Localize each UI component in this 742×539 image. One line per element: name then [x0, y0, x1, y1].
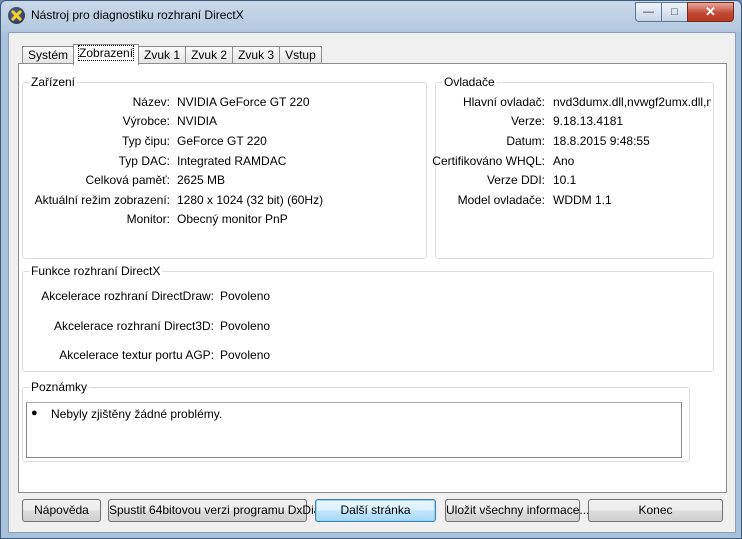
- driver-model-value: WDDM 1.1: [553, 193, 612, 207]
- direct3d-value: Povoleno: [220, 319, 271, 333]
- close-icon: ✕: [705, 4, 716, 19]
- device-dac-type-label: Typ DAC:: [118, 154, 170, 168]
- client-area: Systém Zobrazení Zvuk 1 Zvuk 2 Zvuk 3 Vs…: [8, 32, 736, 533]
- note-item: Nebyly zjištěny žádné problémy.: [51, 407, 223, 421]
- minimize-icon: —: [643, 6, 654, 18]
- device-total-memory-label: Celková paměť:: [85, 173, 170, 187]
- whql-label: Certifikováno WHQL:: [432, 154, 545, 168]
- device-group: Zařízení Název: NVIDIA GeForce GT 220 Vý…: [22, 75, 427, 259]
- tab-sound-2[interactable]: Zvuk 2: [185, 46, 234, 64]
- minimize-button[interactable]: —: [635, 2, 661, 22]
- tab-sound-3[interactable]: Zvuk 3: [232, 46, 281, 64]
- directx-icon: [8, 7, 25, 24]
- bullet-icon: ●: [31, 407, 38, 419]
- directdraw-value: Povoleno: [220, 289, 271, 303]
- title-bar[interactable]: Nástroj pro diagnostiku rozhraní DirectX…: [1, 1, 741, 31]
- run-64bit-button[interactable]: Spustit 64bitovou verzi programu DxDiag: [108, 499, 327, 522]
- device-display-mode-value: 1280 x 1024 (32 bit) (60Hz): [177, 193, 324, 207]
- directx-features-group: Funkce rozhraní DirectX Akcelerace rozhr…: [22, 264, 714, 372]
- ddi-version-value: 10.1: [553, 173, 577, 187]
- tab-display[interactable]: Zobrazení: [73, 44, 140, 65]
- next-page-button[interactable]: Další stránka: [315, 499, 436, 522]
- tab-system[interactable]: Systém: [22, 46, 75, 64]
- device-manufacturer-label: Výrobce:: [122, 114, 170, 128]
- directdraw-label: Akcelerace rozhraní DirectDraw:: [41, 289, 214, 303]
- device-total-memory-value: 2625 MB: [177, 173, 226, 187]
- agp-label: Akcelerace textur portu AGP:: [59, 348, 214, 362]
- main-driver-label: Hlavní ovladač:: [462, 95, 545, 109]
- tab-input[interactable]: Vstup: [279, 46, 322, 64]
- close-button[interactable]: ✕: [687, 2, 734, 22]
- direct3d-label: Akcelerace rozhraní Direct3D:: [53, 319, 214, 333]
- maximize-button[interactable]: □: [661, 2, 687, 22]
- device-chip-type-label: Typ čipu:: [121, 134, 170, 148]
- drivers-group-title: Ovladače: [442, 75, 497, 89]
- notes-group-title: Poznámky: [29, 380, 90, 394]
- device-group-title: Zařízení: [29, 75, 78, 89]
- tab-strip: Systém Zobrazení Zvuk 1 Zvuk 2 Zvuk 3 Vs…: [22, 44, 322, 65]
- driver-version-value: 9.18.13.4181: [553, 114, 624, 128]
- driver-date-label: Datum:: [506, 134, 545, 148]
- save-all-info-button[interactable]: Uložit všechny informace...: [445, 499, 589, 522]
- exit-button[interactable]: Konec: [588, 499, 723, 522]
- device-name-label: Název:: [132, 95, 170, 109]
- driver-model-label: Model ovladače:: [457, 193, 545, 207]
- driver-version-label: Verze:: [510, 114, 545, 128]
- agp-value: Povoleno: [220, 348, 271, 362]
- maximize-icon: □: [671, 6, 678, 18]
- help-button[interactable]: Nápověda: [22, 499, 101, 522]
- whql-value: Ano: [553, 154, 575, 168]
- notes-group: Poznámky ● Nebyly zjištěny žádné problém…: [22, 380, 690, 462]
- dxdiag-window: Nástroj pro diagnostiku rozhraní DirectX…: [0, 0, 742, 539]
- tab-sound-1[interactable]: Zvuk 1: [138, 46, 187, 64]
- notes-textbox[interactable]: ● Nebyly zjištěny žádné problémy.: [26, 402, 682, 458]
- features-group-title: Funkce rozhraní DirectX: [29, 264, 163, 278]
- driver-date-value: 18.8.2015 9:48:55: [553, 134, 650, 148]
- drivers-group: Ovladače Hlavní ovladač: nvd3dumx.dll,nv…: [432, 75, 714, 259]
- device-chip-type-value: GeForce GT 220: [177, 134, 267, 148]
- device-monitor-label: Monitor:: [126, 212, 170, 226]
- display-tab-panel: Zařízení Název: NVIDIA GeForce GT 220 Vý…: [18, 63, 727, 493]
- window-controls: — □ ✕: [635, 2, 734, 22]
- device-manufacturer-value: NVIDIA: [177, 114, 218, 128]
- device-name-value: NVIDIA GeForce GT 220: [177, 95, 310, 109]
- window-title: Nástroj pro diagnostiku rozhraní DirectX: [31, 8, 244, 22]
- device-display-mode-label: Aktuální režim zobrazení:: [34, 193, 170, 207]
- device-monitor-value: Obecný monitor PnP: [177, 212, 288, 226]
- ddi-version-label: Verze DDI:: [486, 173, 545, 187]
- main-driver-value: nvd3dumx.dll,nvwgf2umx.dll,nv: [553, 95, 711, 109]
- device-dac-type-value: Integrated RAMDAC: [177, 154, 287, 168]
